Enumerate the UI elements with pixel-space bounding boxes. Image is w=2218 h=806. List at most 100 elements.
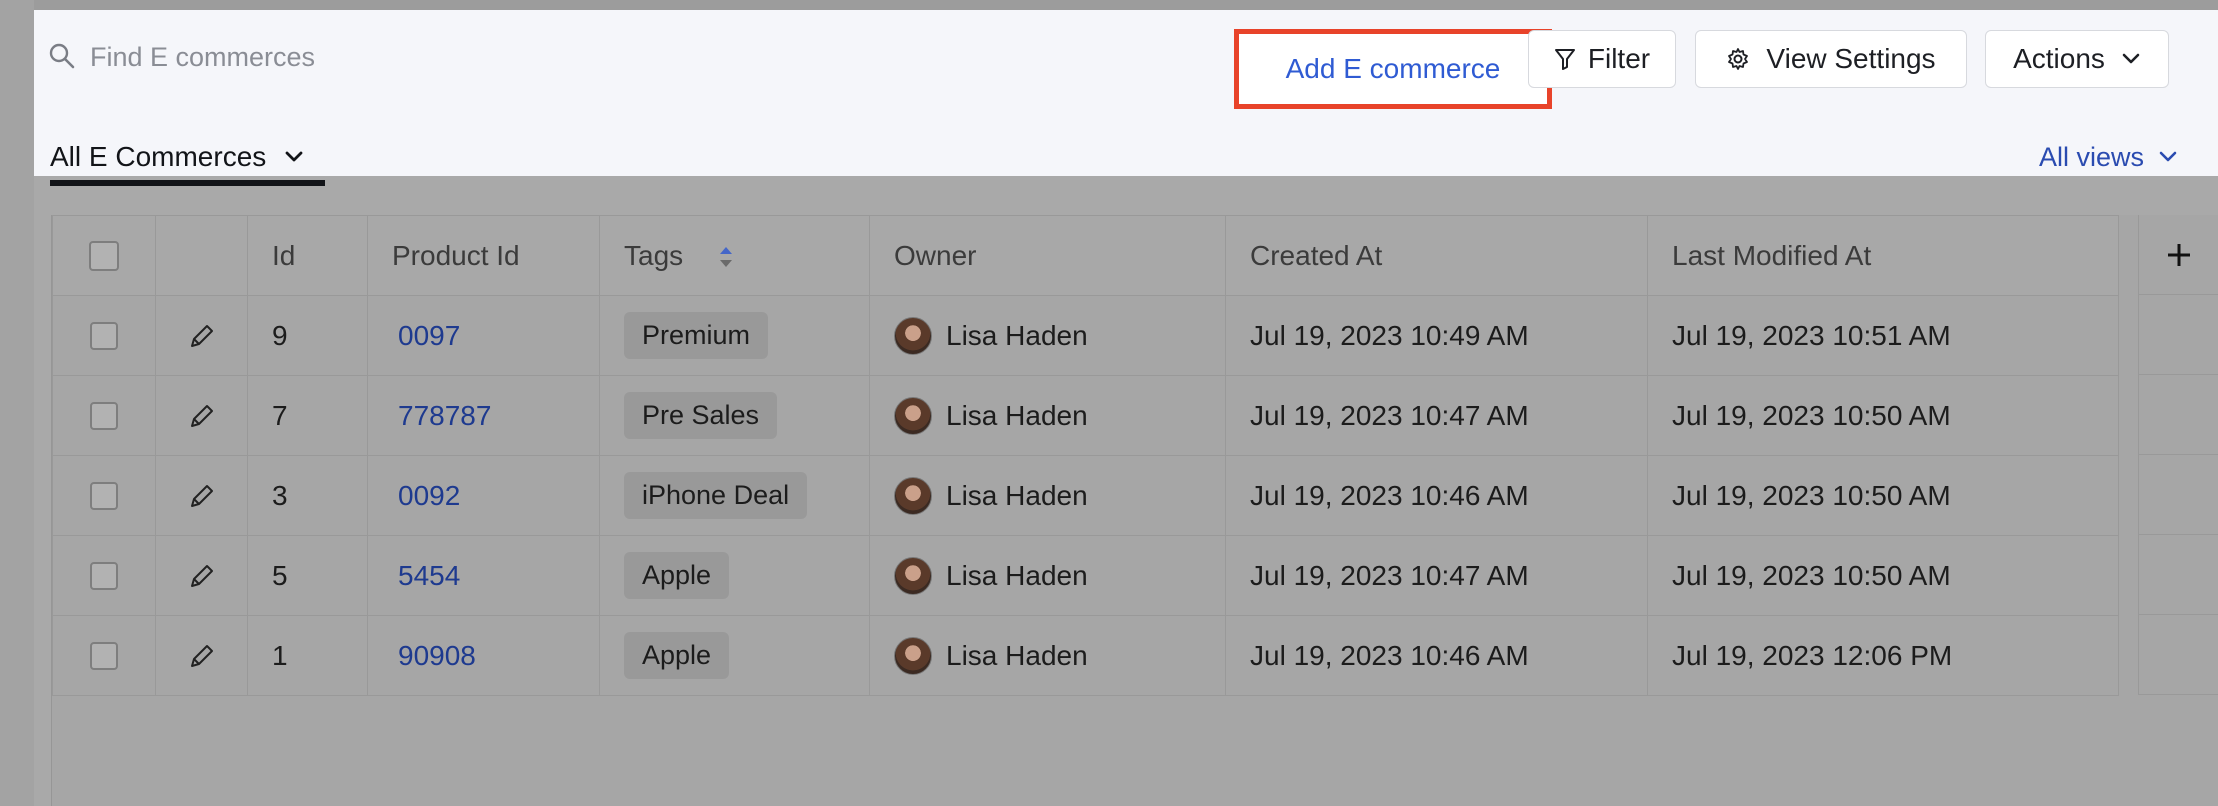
filter-button[interactable]: Filter [1528, 30, 1676, 88]
table-row[interactable]: 9 0097 Premium Lisa Haden Jul 19, 2023 1… [52, 295, 2119, 376]
select-all-checkbox[interactable] [89, 240, 119, 271]
add-column-strip [2138, 215, 2218, 695]
cell-tags: Apple [599, 615, 870, 696]
tag-badge: Pre Sales [624, 392, 778, 439]
search-input[interactable] [88, 36, 692, 78]
add-column-filler [2139, 455, 2218, 535]
cell-tags: Premium [599, 295, 870, 376]
row-checkbox[interactable] [90, 641, 118, 670]
add-ecommerce-highlight: Add E commerce [1234, 29, 1552, 109]
chevron-down-icon [285, 151, 303, 162]
add-column-filler [2139, 615, 2218, 695]
product-id-link[interactable]: 90908 [398, 640, 476, 671]
row-select-cell [52, 295, 156, 376]
cell-product-id: 778787 [367, 375, 600, 456]
table-header-row: Id Product Id Tags Owner Created At Last… [52, 215, 2119, 296]
tags-header-label: Tags [624, 239, 684, 271]
pencil-icon[interactable] [186, 480, 218, 512]
owner-name: Lisa Haden [946, 639, 1088, 671]
left-gutter [0, 0, 34, 806]
cell-tags: Apple [599, 535, 870, 616]
cell-id: 7 [247, 375, 368, 456]
table-row[interactable]: 5 5454 Apple Lisa Haden Jul 19, 2023 10:… [52, 535, 2119, 616]
column-header-tags[interactable]: Tags [599, 215, 870, 296]
cell-id: 1 [247, 615, 368, 696]
row-checkbox[interactable] [90, 321, 118, 350]
row-edit-cell [155, 375, 248, 456]
cell-product-id: 0097 [367, 295, 600, 376]
cell-created-at: Jul 19, 2023 10:47 AM [1225, 535, 1648, 616]
row-select-cell [52, 455, 156, 536]
table-row[interactable]: 1 90908 Apple Lisa Haden Jul 19, 2023 10… [52, 615, 2119, 696]
pencil-icon[interactable] [186, 400, 218, 432]
product-id-link[interactable]: 778787 [398, 400, 491, 431]
search-icon [49, 43, 75, 69]
product-id-link[interactable]: 0097 [398, 320, 460, 351]
plus-icon [2167, 243, 2190, 266]
column-header-created-at[interactable]: Created At [1225, 215, 1648, 296]
avatar [894, 556, 932, 595]
header-edit-cell [155, 215, 248, 296]
row-checkbox[interactable] [90, 561, 118, 590]
toolbar: Add E commerce Filter View Settings Acti… [34, 10, 2218, 186]
actions-label: Actions [2013, 43, 2105, 74]
all-views-dropdown[interactable]: All views [2039, 134, 2178, 180]
avatar [894, 316, 932, 355]
cell-id: 9 [247, 295, 368, 376]
current-view-label: All E Commerces [50, 141, 267, 172]
cell-product-id: 90908 [367, 615, 600, 696]
row-checkbox[interactable] [90, 481, 118, 510]
cell-last-modified-at: Jul 19, 2023 10:50 AM [1647, 375, 2119, 456]
actions-button[interactable]: Actions [1985, 30, 2169, 88]
active-view-underline [50, 180, 325, 186]
cell-owner: Lisa Haden [869, 615, 1226, 696]
cell-created-at: Jul 19, 2023 10:49 AM [1225, 295, 1648, 376]
header-select-all-cell [52, 215, 156, 296]
column-header-last-modified-at[interactable]: Last Modified At [1647, 215, 2119, 296]
add-column-button[interactable] [2139, 215, 2218, 295]
column-header-owner[interactable]: Owner [869, 215, 1226, 296]
product-id-link[interactable]: 0092 [398, 480, 460, 511]
chevron-down-icon [2122, 53, 2140, 64]
table-body: 9 0097 Premium Lisa Haden Jul 19, 2023 1… [52, 295, 2119, 696]
add-ecommerce-button[interactable]: Add E commerce [1286, 53, 1501, 85]
sort-icon[interactable] [717, 244, 735, 270]
pencil-icon[interactable] [186, 320, 218, 352]
view-selector[interactable]: All E Commerces [50, 134, 304, 180]
pencil-icon[interactable] [186, 560, 218, 592]
cell-created-at: Jul 19, 2023 10:47 AM [1225, 375, 1648, 456]
cell-last-modified-at: Jul 19, 2023 10:51 AM [1647, 295, 2119, 376]
cell-tags: Pre Sales [599, 375, 870, 456]
owner-name: Lisa Haden [946, 559, 1088, 591]
product-id-link[interactable]: 5454 [398, 560, 460, 591]
row-edit-cell [155, 615, 248, 696]
row-checkbox[interactable] [90, 401, 118, 430]
row-edit-cell [155, 535, 248, 616]
window-top-bar [0, 0, 2218, 10]
records-table: Id Product Id Tags Owner Created At Last… [52, 215, 2119, 696]
table-row[interactable]: 3 0092 iPhone Deal Lisa Haden Jul 19, 20… [52, 455, 2119, 536]
row-select-cell [52, 615, 156, 696]
cell-last-modified-at: Jul 19, 2023 12:06 PM [1647, 615, 2119, 696]
cell-created-at: Jul 19, 2023 10:46 AM [1225, 615, 1648, 696]
view-settings-button[interactable]: View Settings [1695, 30, 1967, 88]
add-column-filler [2139, 295, 2218, 375]
cell-created-at: Jul 19, 2023 10:46 AM [1225, 455, 1648, 536]
cell-owner: Lisa Haden [869, 535, 1226, 616]
owner-name: Lisa Haden [946, 479, 1088, 511]
avatar [894, 636, 932, 675]
column-header-id[interactable]: Id [247, 215, 368, 296]
cell-id: 3 [247, 455, 368, 536]
row-select-cell [52, 375, 156, 456]
view-settings-label: View Settings [1766, 43, 1936, 74]
tag-badge: Apple [624, 552, 730, 599]
row-select-cell [52, 535, 156, 616]
chevron-down-icon [2159, 151, 2177, 162]
owner-name: Lisa Haden [946, 399, 1088, 431]
column-header-product-id[interactable]: Product Id [367, 215, 600, 296]
all-views-label: All views [2038, 141, 2144, 172]
cell-last-modified-at: Jul 19, 2023 10:50 AM [1647, 455, 2119, 536]
table-row[interactable]: 7 778787 Pre Sales Lisa Haden Jul 19, 20… [52, 375, 2119, 456]
pencil-icon[interactable] [186, 640, 218, 672]
avatar [894, 396, 932, 435]
